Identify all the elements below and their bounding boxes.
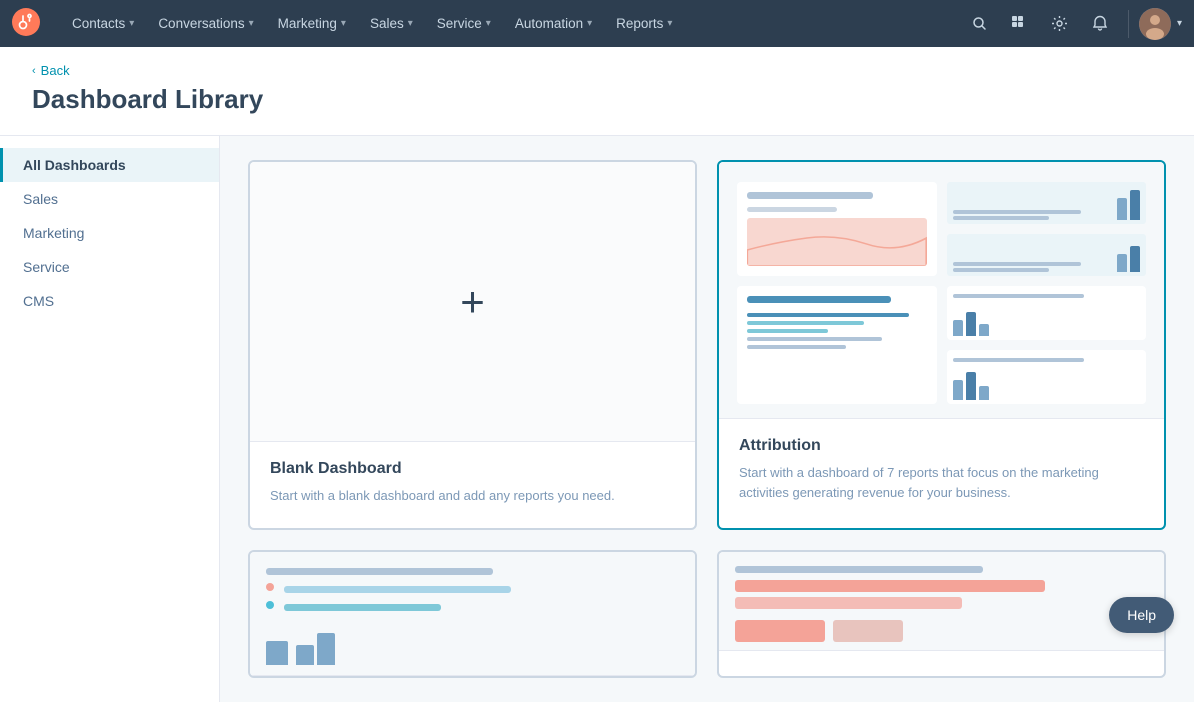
partial2-bar-row: [735, 580, 1148, 609]
preview-right-col: [947, 182, 1147, 276]
preview-mini-widget-4: [947, 350, 1147, 404]
blank-card-preview: +: [250, 162, 695, 442]
content-area: + Blank Dashboard Start with a blank das…: [220, 136, 1194, 702]
attribution-card-info: Attribution Start with a dashboard of 7 …: [719, 419, 1164, 524]
preview-mini-widget-3: [947, 286, 1147, 340]
search-button[interactable]: [962, 6, 998, 42]
partial-dot-teal: [266, 601, 274, 609]
partial-card-right-preview: [719, 552, 1164, 651]
preview-widget-lines: [737, 286, 937, 404]
back-chevron-icon: ‹: [32, 65, 36, 77]
partial-row-2: [266, 601, 679, 611]
preview-widget-area: [737, 182, 937, 276]
blank-dashboard-card[interactable]: + Blank Dashboard Start with a blank das…: [248, 160, 697, 530]
main-layout: All Dashboards Sales Marketing Service C…: [0, 136, 1194, 702]
partial-dot-pink: [266, 583, 274, 591]
top-navigation: Contacts ▾ Conversations ▾ Marketing ▾ S…: [0, 0, 1194, 47]
nav-items: Contacts ▾ Conversations ▾ Marketing ▾ S…: [60, 0, 962, 47]
chevron-down-icon: ▾: [249, 18, 254, 29]
preview-area-chart: [747, 218, 927, 266]
partial-mini-bars: [266, 625, 288, 665]
partial-card-right[interactable]: [717, 550, 1166, 678]
nav-marketing[interactable]: Marketing ▾: [266, 0, 358, 47]
apps-button[interactable]: [1002, 6, 1038, 42]
sidebar-item-all-dashboards[interactable]: All Dashboards: [0, 148, 219, 182]
partial-card-left-preview: [250, 552, 695, 676]
partial-mini-bars-row: [266, 625, 679, 665]
preview-mini-bar-2: [947, 234, 1147, 276]
preview-widget-header: [747, 192, 873, 199]
nav-contacts[interactable]: Contacts ▾: [60, 0, 146, 47]
help-button[interactable]: Help: [1109, 597, 1174, 633]
attribution-card-preview: [719, 162, 1164, 419]
chevron-down-icon: ▾: [486, 18, 491, 29]
topnav-right: ▾: [962, 6, 1182, 42]
chevron-down-icon: ▾: [667, 18, 672, 29]
partial2-mini: [735, 620, 1148, 642]
chevron-down-icon: ▾: [341, 18, 346, 29]
chevron-down-icon: ▾: [408, 18, 413, 29]
attribution-card-title: Attribution: [739, 437, 1144, 455]
sidebar-item-sales[interactable]: Sales: [0, 182, 219, 216]
partial-header-line: [266, 568, 493, 575]
attribution-card-desc: Start with a dashboard of 7 reports that…: [739, 463, 1144, 502]
chevron-down-icon: ▾: [587, 18, 592, 29]
nav-divider: [1128, 10, 1129, 38]
sidebar-item-service[interactable]: Service: [0, 250, 219, 284]
chevron-down-icon: ▾: [129, 18, 134, 29]
page-title: Dashboard Library: [32, 84, 1162, 115]
plus-icon: +: [460, 281, 485, 323]
sidebar: All Dashboards Sales Marketing Service C…: [0, 136, 220, 702]
nav-reports[interactable]: Reports ▾: [604, 0, 684, 47]
preview-mini-bar-1: [947, 182, 1147, 224]
nav-automation[interactable]: Automation ▾: [503, 0, 604, 47]
preview-bottom-right: [947, 286, 1147, 404]
partial-bar-group: [296, 625, 335, 665]
nav-conversations[interactable]: Conversations ▾: [146, 0, 265, 47]
notifications-button[interactable]: [1082, 6, 1118, 42]
sidebar-item-cms[interactable]: CMS: [0, 284, 219, 318]
partial-card-left[interactable]: [248, 550, 697, 678]
sidebar-item-marketing[interactable]: Marketing: [0, 216, 219, 250]
nav-sales[interactable]: Sales ▾: [358, 0, 425, 47]
preview-lines: [747, 313, 927, 349]
partial-row-1: [266, 583, 679, 593]
avatar[interactable]: [1139, 8, 1171, 40]
avatar-chevron-icon[interactable]: ▾: [1177, 18, 1182, 29]
page-header: ‹ Back Dashboard Library: [0, 47, 1194, 136]
blank-card-title: Blank Dashboard: [270, 460, 675, 478]
back-link[interactable]: ‹ Back: [32, 63, 1162, 78]
partial2-header: [735, 566, 983, 573]
blank-card-info: Blank Dashboard Start with a blank dashb…: [250, 442, 695, 528]
settings-button[interactable]: [1042, 6, 1078, 42]
attribution-dashboard-card[interactable]: Attribution Start with a dashboard of 7 …: [717, 160, 1166, 530]
hubspot-logo[interactable]: [12, 8, 44, 40]
blank-card-desc: Start with a blank dashboard and add any…: [270, 486, 675, 506]
nav-service[interactable]: Service ▾: [425, 0, 503, 47]
